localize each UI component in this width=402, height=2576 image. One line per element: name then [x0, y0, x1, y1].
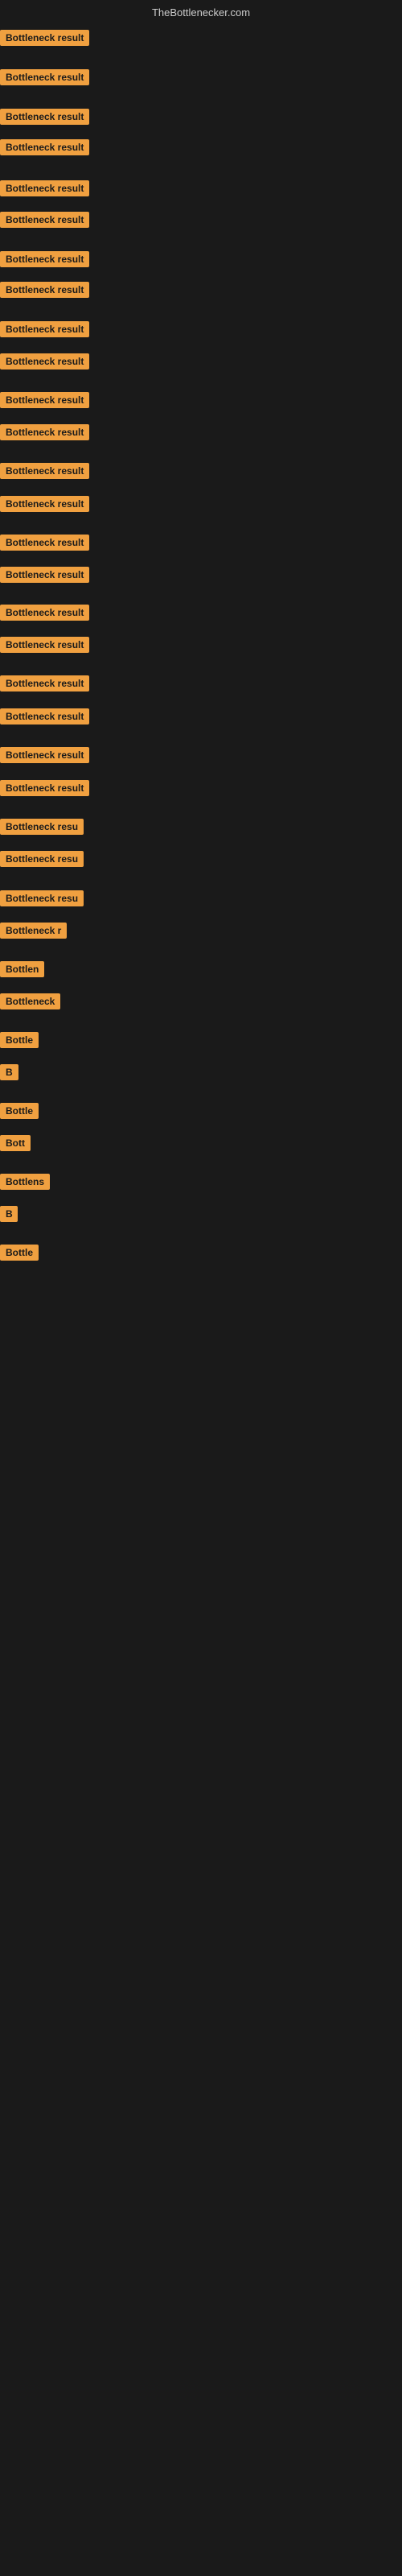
bottleneck-label: Bottleneck	[0, 993, 60, 1009]
bottleneck-result-badge: Bottleneck result	[0, 567, 89, 587]
bottleneck-label: Bottleneck result	[0, 180, 89, 196]
bottleneck-result-badge: Bottleneck resu	[0, 890, 84, 910]
bottleneck-result-badge: Bottleneck resu	[0, 819, 84, 839]
bottleneck-result-badge: Bottleneck result	[0, 605, 89, 625]
bottleneck-result-badge: Bottle	[0, 1245, 39, 1265]
bottleneck-result-badge: Bottleneck	[0, 993, 60, 1013]
bottleneck-result-badge: Bottleneck result	[0, 708, 89, 729]
bottleneck-label: Bottleneck result	[0, 30, 89, 46]
bottleneck-label: Bottleneck result	[0, 567, 89, 583]
bottleneck-result-badge: Bottleneck result	[0, 747, 89, 767]
bottleneck-label: B	[0, 1206, 18, 1222]
bottleneck-label: Bottle	[0, 1245, 39, 1261]
bottleneck-label: Bottleneck result	[0, 212, 89, 228]
bottleneck-label: Bottleneck result	[0, 321, 89, 337]
bottleneck-label: Bottleneck resu	[0, 851, 84, 867]
bottleneck-label: Bottleneck result	[0, 605, 89, 621]
bottleneck-label: Bottleneck result	[0, 535, 89, 551]
bottleneck-result-badge: Bottleneck r	[0, 923, 67, 943]
bottleneck-label: Bottleneck result	[0, 708, 89, 724]
bottleneck-label: Bottleneck result	[0, 251, 89, 267]
bottleneck-result-badge: Bottleneck result	[0, 780, 89, 800]
bottleneck-result-badge: Bottle	[0, 1032, 39, 1052]
bottleneck-result-badge: Bottleneck result	[0, 139, 89, 159]
bottleneck-label: Bottleneck result	[0, 675, 89, 691]
bottleneck-label: Bottleneck result	[0, 747, 89, 763]
bottleneck-label: Bottleneck resu	[0, 890, 84, 906]
bottleneck-result-badge: Bottleneck result	[0, 424, 89, 444]
bottleneck-label: Bottleneck resu	[0, 819, 84, 835]
bottleneck-result-badge: Bottleneck result	[0, 392, 89, 412]
site-title: TheBottlenecker.com	[0, 0, 402, 23]
bottleneck-result-badge: Bottleneck result	[0, 675, 89, 696]
bottleneck-result-badge: Bottleneck result	[0, 353, 89, 374]
bottleneck-result-badge: Bottle	[0, 1103, 39, 1123]
bottleneck-label: Bott	[0, 1135, 31, 1151]
bottleneck-result-badge: Bottleneck resu	[0, 851, 84, 871]
bottleneck-label: Bottleneck result	[0, 109, 89, 125]
bottleneck-result-badge: Bott	[0, 1135, 31, 1155]
bottleneck-label: B	[0, 1064, 18, 1080]
bottleneck-result-badge: Bottleneck result	[0, 212, 89, 232]
bottleneck-result-badge: Bottleneck result	[0, 69, 89, 89]
bottleneck-result-badge: Bottleneck result	[0, 30, 89, 50]
bottleneck-label: Bottleneck result	[0, 282, 89, 298]
bottleneck-result-badge: Bottleneck result	[0, 535, 89, 555]
bottleneck-result-badge: Bottleneck result	[0, 463, 89, 483]
bottleneck-result-badge: Bottlens	[0, 1174, 50, 1194]
bottleneck-result-badge: Bottleneck result	[0, 282, 89, 302]
bottleneck-result-badge: Bottleneck result	[0, 496, 89, 516]
bottleneck-label: Bottleneck result	[0, 392, 89, 408]
bottleneck-label: Bottlen	[0, 961, 44, 977]
bottleneck-result-badge: Bottleneck result	[0, 251, 89, 271]
bottleneck-label: Bottleneck result	[0, 69, 89, 85]
bottleneck-label: Bottleneck result	[0, 424, 89, 440]
bottleneck-label: Bottleneck result	[0, 637, 89, 653]
bottleneck-label: Bottleneck r	[0, 923, 67, 939]
bottleneck-label: Bottleneck result	[0, 463, 89, 479]
bottleneck-result-badge: Bottleneck result	[0, 109, 89, 129]
bottleneck-result-badge: Bottleneck result	[0, 180, 89, 200]
bottleneck-result-badge: B	[0, 1206, 18, 1226]
bottleneck-result-badge: B	[0, 1064, 18, 1084]
bottleneck-label: Bottleneck result	[0, 353, 89, 369]
bottleneck-label: Bottleneck result	[0, 139, 89, 155]
bottleneck-label: Bottle	[0, 1032, 39, 1048]
bottleneck-result-badge: Bottleneck result	[0, 321, 89, 341]
bottleneck-label: Bottleneck result	[0, 780, 89, 796]
bottleneck-label: Bottlens	[0, 1174, 50, 1190]
bottleneck-result-badge: Bottlen	[0, 961, 44, 981]
bottleneck-label: Bottleneck result	[0, 496, 89, 512]
bottleneck-label: Bottle	[0, 1103, 39, 1119]
bottleneck-result-badge: Bottleneck result	[0, 637, 89, 657]
